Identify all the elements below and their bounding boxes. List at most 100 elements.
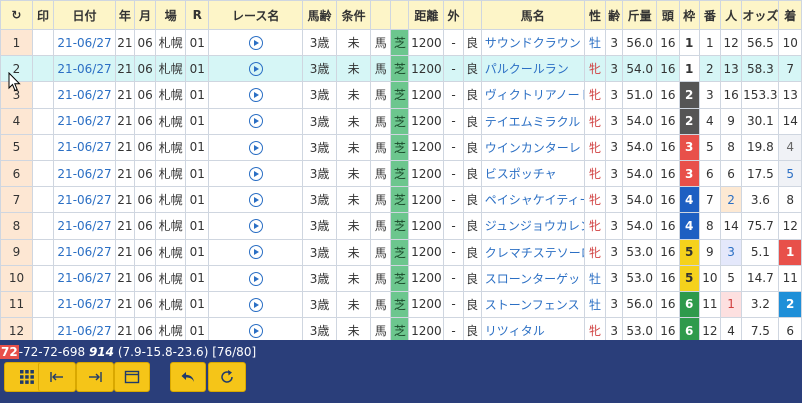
race-play-button[interactable]	[208, 81, 304, 109]
race-play-button[interactable]	[208, 290, 304, 319]
table-row[interactable]: 3 21-06/27 21 06 札幌 01 3歳未馬芝 1200- 良ヴィクトリアノート牝 3 5…	[0, 81, 802, 109]
table-row[interactable]: 2 21-06/27 21 06 札幌 01 3歳未馬芝 1200- 良パルクールラン牝 3 54.…	[0, 55, 802, 83]
column-header-18[interactable]: 斤量	[622, 0, 658, 30]
last-button[interactable]	[76, 362, 114, 392]
play-icon[interactable]	[248, 140, 263, 155]
date-cell[interactable]: 21-06/27	[53, 264, 116, 292]
horse-name-link[interactable]: スローンターゲット	[480, 264, 585, 292]
date-cell[interactable]: 21-06/27	[53, 317, 116, 340]
column-header-10[interactable]	[370, 0, 392, 30]
date-cell[interactable]: 21-06/27	[53, 107, 116, 135]
play-icon[interactable]	[248, 297, 263, 312]
column-header-15[interactable]: 馬名	[480, 0, 585, 30]
date-cell[interactable]: 21-06/27	[53, 212, 116, 240]
date-cell[interactable]: 21-06/27	[53, 238, 116, 266]
race-play-button[interactable]	[208, 133, 304, 161]
race-play-button[interactable]	[208, 238, 304, 266]
column-header-14[interactable]	[462, 0, 482, 30]
race-play-button[interactable]	[208, 186, 304, 214]
column-header-11[interactable]	[390, 0, 410, 30]
row-number: 12	[0, 317, 33, 340]
race-play-button[interactable]	[208, 159, 304, 188]
table-row[interactable]: 5 21-06/27 21 06 札幌 01 3歳未馬芝 1200- 良ウインカンターレ牝 3 54…	[0, 133, 802, 161]
horse-name-link[interactable]: ビスポッチャ	[480, 159, 585, 188]
date-cell[interactable]: 21-06/27	[53, 28, 116, 57]
date-cell[interactable]: 21-06/27	[53, 159, 116, 188]
refresh-button[interactable]	[208, 362, 246, 392]
table-row[interactable]: 9 21-06/27 21 06 札幌 01 3歳未馬芝 1200- 良クレマチステソーロ牝 3 5…	[0, 238, 802, 266]
table-row[interactable]: 8 21-06/27 21 06 札幌 01 3歳未馬芝 1200- 良ジュンジョウカレン牝 3 5…	[0, 212, 802, 240]
column-header-16[interactable]: 性	[583, 0, 607, 30]
horse-name-link[interactable]: サウンドクラウン	[480, 28, 585, 57]
mark-cell	[31, 159, 55, 188]
table-row[interactable]: 7 21-06/27 21 06 札幌 01 3歳未馬芝 1200- 良ペイシャケイティー牝 3 5…	[0, 186, 802, 214]
weight-cell: 54.0	[622, 159, 658, 188]
column-header-4[interactable]: 月	[133, 0, 157, 30]
column-header-19[interactable]: 頭	[656, 0, 680, 30]
column-header-23[interactable]: オッズ	[741, 0, 780, 30]
first-button[interactable]	[38, 362, 76, 392]
play-icon[interactable]	[248, 245, 263, 260]
table-row[interactable]: 1 21-06/27 21 06 札幌 01 3歳未馬芝 1200- 良サウンドクラウン牡 3 56…	[0, 28, 802, 57]
window-button[interactable]	[114, 362, 150, 392]
column-header-13[interactable]: 外	[443, 0, 464, 30]
column-header-5[interactable]: 場	[155, 0, 187, 30]
date-cell[interactable]: 21-06/27	[53, 81, 116, 109]
column-header-6[interactable]: R	[185, 0, 210, 30]
table-row[interactable]: 12 21-06/27 21 06 札幌 01 3歳未馬芝 1200- 良リツィタル牝 3 53.0…	[0, 317, 802, 340]
play-icon[interactable]	[248, 219, 263, 234]
date-cell[interactable]: 21-06/27	[53, 290, 116, 319]
column-header-20[interactable]: 枠	[678, 0, 700, 30]
play-icon[interactable]	[248, 62, 263, 77]
horse-name-link[interactable]: パルクールラン	[480, 55, 585, 83]
column-header-0[interactable]: ↻	[0, 0, 33, 30]
play-icon[interactable]	[248, 192, 263, 207]
condition-cell: 未	[336, 81, 372, 109]
column-header-12[interactable]: 距離	[408, 0, 445, 30]
column-header-7[interactable]: レース名	[208, 0, 304, 30]
play-icon[interactable]	[248, 166, 263, 181]
race-play-button[interactable]	[208, 28, 304, 57]
table-row[interactable]: 6 21-06/27 21 06 札幌 01 3歳未馬芝 1200- 良ビスポッチャ牝 3 54.0…	[0, 159, 802, 188]
horse-name-link[interactable]: ジュンジョウカレン	[480, 212, 585, 240]
play-icon[interactable]	[248, 323, 263, 338]
going-cell: 良	[462, 238, 482, 266]
frame-cell: 3	[678, 133, 700, 161]
date-cell[interactable]: 21-06/27	[53, 133, 116, 161]
horse-name-link[interactable]: ストーンフェンス	[480, 290, 585, 319]
odds-cell: 30.1	[741, 107, 780, 135]
race-play-button[interactable]	[208, 55, 304, 83]
race-play-button[interactable]	[208, 212, 304, 240]
play-icon[interactable]	[248, 35, 263, 50]
race-play-button[interactable]	[208, 317, 304, 340]
race-play-button[interactable]	[208, 107, 304, 135]
column-header-9[interactable]: 条件	[336, 0, 372, 30]
column-header-3[interactable]: 年	[114, 0, 136, 30]
play-icon[interactable]	[248, 114, 263, 129]
date-cell[interactable]: 21-06/27	[53, 55, 116, 83]
play-icon[interactable]	[248, 88, 263, 103]
column-header-24[interactable]: 着	[778, 0, 802, 30]
horse-name-link[interactable]: クレマチステソーロ	[480, 238, 585, 266]
horse-name-link[interactable]: ペイシャケイティー	[480, 186, 585, 214]
horse-name-link[interactable]: ヴィクトリアノート	[480, 81, 585, 109]
column-header-1[interactable]: 印	[31, 0, 55, 30]
date-cell[interactable]: 21-06/27	[53, 186, 116, 214]
horse-name-link[interactable]: テイエムミラクル	[480, 107, 585, 135]
horse-name-link[interactable]: ウインカンターレ	[480, 133, 585, 161]
table-row[interactable]: 11 21-06/27 21 06 札幌 01 3歳未馬芝 1200- 良ストーンフェンス牡 3 5…	[0, 290, 802, 319]
play-icon[interactable]	[248, 271, 263, 286]
back-button[interactable]	[170, 362, 206, 392]
sex-cell: 牝	[583, 212, 607, 240]
column-header-2[interactable]: 日付	[53, 0, 116, 30]
popularity-cell: 13	[719, 55, 743, 83]
table-row[interactable]: 10 21-06/27 21 06 札幌 01 3歳未馬芝 1200- 良スローンターゲット牡 3…	[0, 264, 802, 292]
table-row[interactable]: 4 21-06/27 21 06 札幌 01 3歳未馬芝 1200- 良テイエムミラクル牝 3 54…	[0, 107, 802, 135]
surface-cell: 芝	[390, 81, 410, 109]
column-header-8[interactable]: 馬齢	[302, 0, 338, 30]
column-header-17[interactable]: 齢	[605, 0, 624, 30]
horse-name-link[interactable]: リツィタル	[480, 317, 585, 340]
column-header-21[interactable]: 番	[698, 0, 721, 30]
race-play-button[interactable]	[208, 264, 304, 292]
column-header-22[interactable]: 人	[719, 0, 743, 30]
